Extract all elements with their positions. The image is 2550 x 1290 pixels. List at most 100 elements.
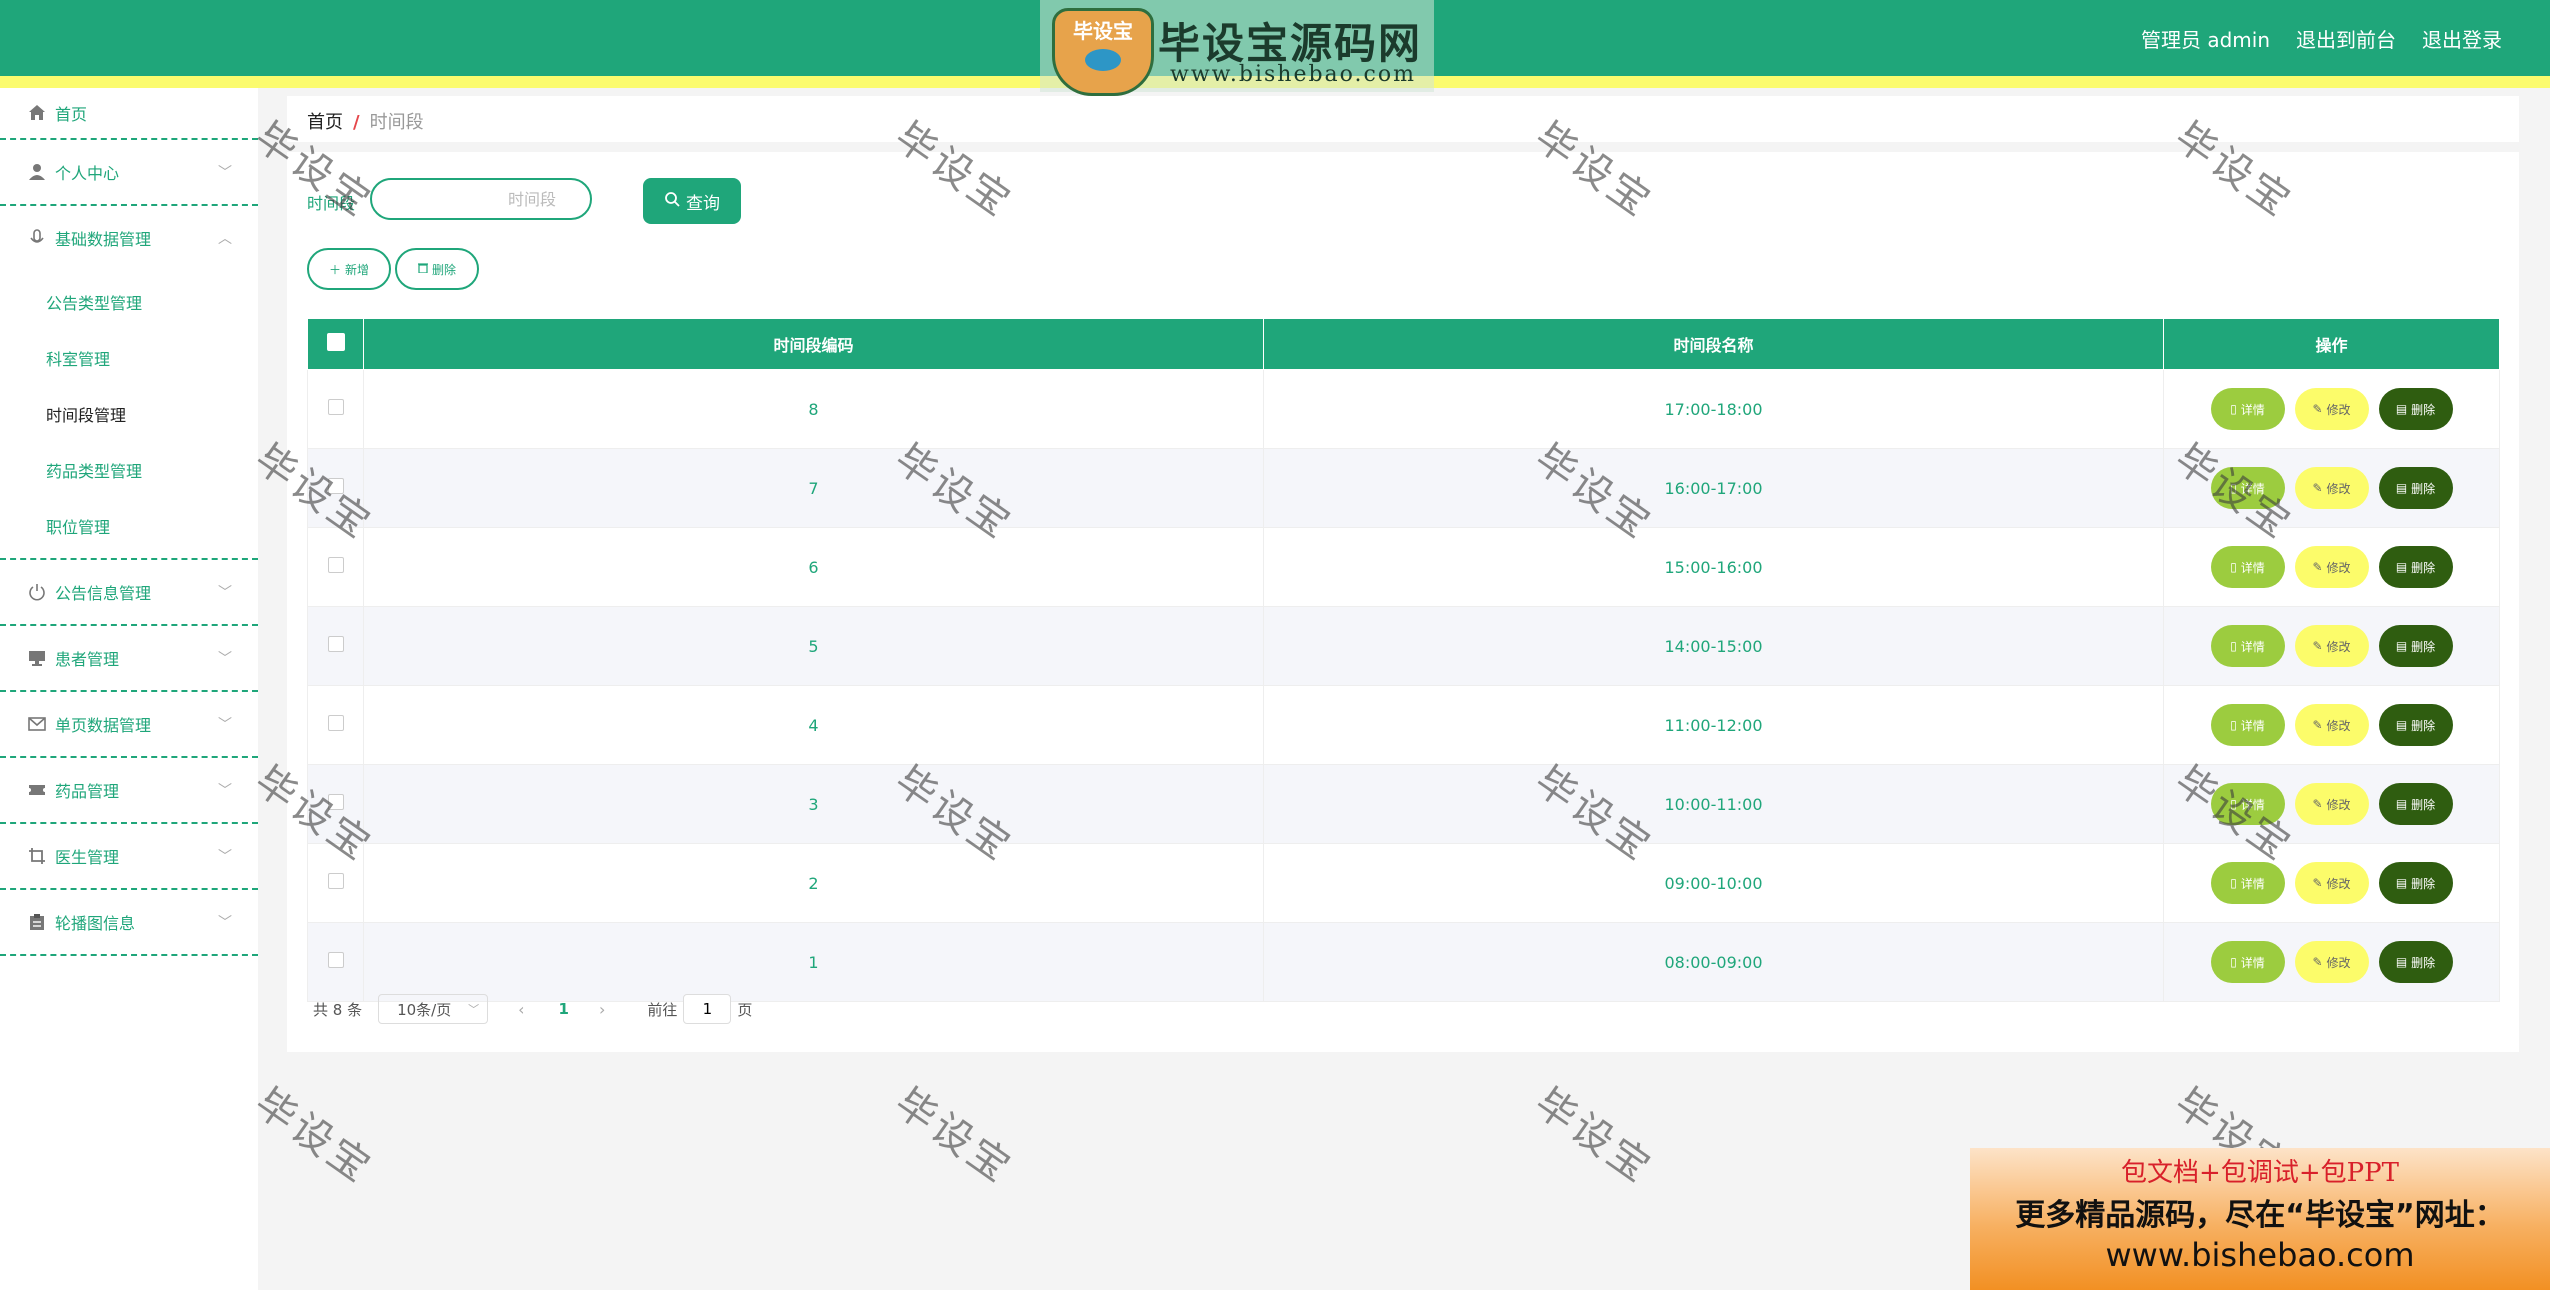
row-checkbox[interactable] bbox=[327, 636, 344, 652]
edit-button[interactable]: ✎ 修改 bbox=[2294, 783, 2369, 825]
delete-button[interactable]: ▤ 删除 bbox=[2378, 941, 2453, 983]
edit-icon: ✎ bbox=[2312, 560, 2323, 574]
top-links: 管理员 admin 退出到前台 退出登录 bbox=[2141, 24, 2502, 53]
sidebar-item-basic[interactable]: 基础数据管理 ︿ bbox=[0, 206, 258, 270]
edit-button[interactable]: ✎ 修改 bbox=[2294, 862, 2369, 904]
sidebar-item-patient[interactable]: 患者管理 ﹀ bbox=[0, 626, 258, 692]
watermark-text: 毕设宝 bbox=[1526, 1079, 1661, 1193]
goto-page-input[interactable] bbox=[683, 994, 732, 1024]
sidebar-item-department[interactable]: 科室管理 bbox=[0, 330, 258, 386]
sidebar-item-position[interactable]: 职位管理 bbox=[0, 498, 258, 554]
sidebar-item-personal[interactable]: 个人中心 ﹀ bbox=[0, 140, 258, 206]
delete-button[interactable]: ▤ 删除 bbox=[2378, 467, 2453, 509]
delete-button[interactable]: ▤ 删除 bbox=[2378, 783, 2453, 825]
chevron-down-icon: ﹀ bbox=[468, 1003, 480, 1016]
edit-button[interactable]: ✎ 修改 bbox=[2294, 941, 2369, 983]
edit-button[interactable]: ✎ 修改 bbox=[2294, 704, 2369, 746]
detail-button[interactable]: ▯ 详情 bbox=[2210, 467, 2285, 509]
delete-button[interactable]: ▤ 删除 bbox=[2378, 704, 2453, 746]
breadcrumb-home[interactable]: 首页 bbox=[307, 112, 343, 133]
sidebar-item-timeslot[interactable]: 时间段管理 bbox=[0, 386, 258, 442]
page-size-select[interactable]: 10条/页 ﹀ bbox=[378, 994, 489, 1024]
exit-to-front-link[interactable]: 退出到前台 bbox=[2296, 24, 2396, 53]
select-all-cell bbox=[307, 318, 364, 370]
sidebar-item-drug[interactable]: 药品管理 ﹀ bbox=[0, 758, 258, 824]
delete-button[interactable]: ▤ 删除 bbox=[2378, 625, 2453, 667]
row-actions-cell: ▯ 详情 ✎ 修改 ▤ 删除 bbox=[2163, 448, 2500, 528]
column-header-actions: 操作 bbox=[2163, 318, 2500, 370]
detail-button[interactable]: ▯ 详情 bbox=[2210, 388, 2285, 430]
row-checkbox[interactable] bbox=[327, 557, 344, 573]
detail-button[interactable]: ▯ 详情 bbox=[2210, 941, 2285, 983]
add-button[interactable]: ＋ 新增 bbox=[307, 248, 391, 290]
clipboard-icon bbox=[27, 912, 47, 932]
chevron-up-icon: ︿ bbox=[218, 231, 232, 247]
delete-button[interactable]: ▤ 删除 bbox=[2378, 546, 2453, 588]
timeslot-name-cell: 09:00-10:00 bbox=[1263, 843, 2164, 923]
sidebar-item-notice-type[interactable]: 公告类型管理 bbox=[0, 274, 258, 330]
detail-button[interactable]: ▯ 详情 bbox=[2210, 783, 2285, 825]
edit-button[interactable]: ✎ 修改 bbox=[2294, 546, 2369, 588]
timeslot-code-cell: 2 bbox=[363, 843, 1264, 923]
sidebar-item-carousel[interactable]: 轮播图信息 ﹀ bbox=[0, 890, 258, 956]
timeslot-name-cell: 11:00-12:00 bbox=[1263, 685, 2164, 765]
trash-icon: ▤ bbox=[2395, 718, 2408, 732]
admin-user-label: 管理员 admin bbox=[2140, 28, 2270, 52]
row-checkbox[interactable] bbox=[327, 478, 344, 494]
user-icon bbox=[27, 162, 47, 182]
row-select-cell bbox=[307, 606, 364, 686]
sidebar-item-drug-type[interactable]: 药品类型管理 bbox=[0, 442, 258, 498]
detail-button[interactable]: ▯ 详情 bbox=[2210, 625, 2285, 667]
edit-button[interactable]: ✎ 修改 bbox=[2294, 625, 2369, 667]
search-label: 时间段 bbox=[307, 194, 356, 213]
edit-icon: ✎ bbox=[2312, 481, 2323, 495]
detail-button[interactable]: ▯ 详情 bbox=[2210, 704, 2285, 746]
row-checkbox[interactable] bbox=[327, 715, 344, 731]
timeslot-name-cell: 17:00-18:00 bbox=[1263, 369, 2164, 449]
delete-button[interactable]: ▤ 删除 bbox=[2378, 388, 2453, 430]
trash-icon: ▤ bbox=[2395, 560, 2408, 574]
next-page-icon[interactable]: › bbox=[599, 1000, 605, 1019]
timeslot-code-cell: 6 bbox=[363, 527, 1264, 607]
chevron-down-icon: ﹀ bbox=[218, 717, 232, 733]
timeslot-name-cell: 08:00-09:00 bbox=[1263, 922, 2164, 1002]
timeslot-code-cell: 3 bbox=[363, 764, 1264, 844]
detail-button[interactable]: ▯ 详情 bbox=[2210, 862, 2285, 904]
edit-button[interactable]: ✎ 修改 bbox=[2294, 467, 2369, 509]
sidebar-item-home[interactable]: 首页 bbox=[0, 88, 258, 140]
chevron-down-icon: ﹀ bbox=[218, 585, 232, 601]
column-header-name[interactable]: 时间段名称 bbox=[1263, 318, 2164, 370]
detail-button[interactable]: ▯ 详情 bbox=[2210, 546, 2285, 588]
select-all-checkbox[interactable] bbox=[326, 333, 345, 351]
logo-badge-icon: 毕设宝 bbox=[1052, 8, 1154, 96]
column-header-code[interactable]: 时间段编码 bbox=[363, 318, 1264, 370]
doc-icon: ▯ bbox=[2230, 955, 2237, 969]
row-checkbox[interactable] bbox=[327, 952, 344, 968]
edit-icon: ✎ bbox=[2312, 639, 2323, 653]
table-row: 4 11:00-12:00 ▯ 详情 ✎ 修改 ▤ 删除 bbox=[307, 685, 2500, 765]
row-select-cell bbox=[307, 843, 364, 923]
delete-button[interactable]: ▤ 删除 bbox=[2378, 862, 2453, 904]
promo-url: www.bishebao.com bbox=[2105, 1236, 2415, 1274]
search-button[interactable]: 查询 bbox=[643, 178, 741, 224]
edit-button[interactable]: ✎ 修改 bbox=[2294, 388, 2369, 430]
timeslot-name-cell: 15:00-16:00 bbox=[1263, 527, 2164, 607]
logout-link[interactable]: 退出登录 bbox=[2422, 24, 2502, 53]
sidebar-submenu-basic: 公告类型管理 科室管理 时间段管理 药品类型管理 职位管理 bbox=[0, 270, 258, 560]
row-checkbox[interactable] bbox=[327, 399, 344, 415]
edit-icon: ✎ bbox=[2312, 718, 2323, 732]
monitor-icon bbox=[27, 648, 47, 668]
prev-page-icon[interactable]: ‹ bbox=[518, 1000, 524, 1019]
timeslot-search-input[interactable] bbox=[370, 178, 592, 220]
row-checkbox[interactable] bbox=[327, 794, 344, 810]
batch-delete-button[interactable]: 删除 bbox=[395, 248, 479, 290]
sidebar-item-notice[interactable]: 公告信息管理 ﹀ bbox=[0, 560, 258, 626]
row-checkbox[interactable] bbox=[327, 873, 344, 889]
row-select-cell bbox=[307, 369, 364, 449]
page-number[interactable]: 1 bbox=[559, 1000, 569, 1018]
chevron-down-icon: ﹀ bbox=[218, 651, 232, 667]
sidebar-item-single-page[interactable]: 单页数据管理 ﹀ bbox=[0, 692, 258, 758]
sidebar-item-doctor[interactable]: 医生管理 ﹀ bbox=[0, 824, 258, 890]
mail-icon bbox=[27, 714, 47, 734]
search-icon bbox=[664, 191, 680, 212]
